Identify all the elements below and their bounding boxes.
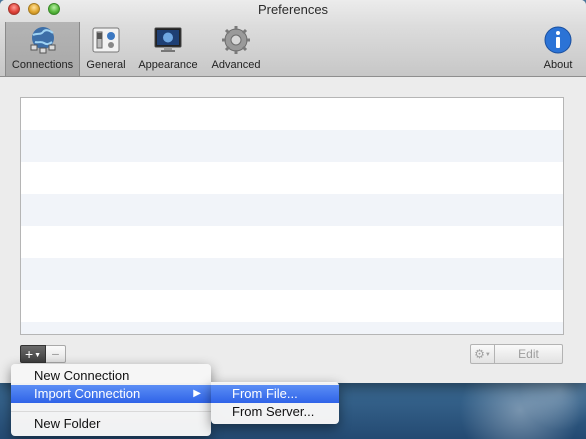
remove-button[interactable]: −	[46, 345, 66, 363]
menu-item-label: New Connection	[34, 368, 130, 383]
dropdown-caret-icon: ▼	[484, 351, 491, 358]
tab-connections-label: Connections	[11, 59, 74, 71]
list-row[interactable]	[21, 194, 563, 226]
add-menu: New Connection Import Connection ▶ New F…	[11, 364, 211, 436]
menu-item-label: New Folder	[34, 416, 101, 431]
tab-connections[interactable]: Connections	[5, 22, 80, 76]
submenu-item-from-file[interactable]: From File...	[211, 385, 339, 403]
titlebar-toolbar: Preferences Connections General Appearan…	[0, 0, 586, 77]
tab-advanced-label: Advanced	[211, 59, 261, 71]
list-row[interactable]	[21, 130, 563, 162]
add-button-label: +	[24, 346, 34, 362]
edit-button[interactable]: Edit	[495, 344, 563, 364]
tab-appearance-label: Appearance	[138, 59, 198, 71]
dropdown-caret-icon: ▼	[34, 351, 42, 359]
list-row[interactable]	[21, 290, 563, 322]
gear-icon	[222, 26, 250, 54]
tab-general-label: General	[86, 59, 126, 71]
import-submenu: From File... From Server...	[211, 382, 339, 424]
list-row[interactable]	[21, 226, 563, 258]
menu-item-new-connection[interactable]: New Connection	[11, 367, 211, 385]
globe-network-icon	[30, 27, 55, 54]
connections-list[interactable]	[20, 97, 564, 335]
menu-item-import-connection[interactable]: Import Connection ▶	[11, 385, 211, 403]
window-title: Preferences	[257, 2, 329, 17]
menu-separator	[11, 411, 211, 412]
switches-icon	[92, 27, 120, 53]
tab-about[interactable]: About	[538, 24, 578, 74]
tab-about-label: About	[543, 59, 573, 71]
tab-general[interactable]: General	[84, 24, 128, 74]
list-row[interactable]	[21, 322, 563, 334]
list-row[interactable]	[21, 258, 563, 290]
submenu-item-label: From Server...	[232, 404, 315, 419]
tab-appearance[interactable]: Appearance	[134, 24, 202, 74]
menu-item-label: Import Connection	[34, 386, 141, 401]
monitor-icon	[154, 27, 182, 52]
submenu-item-from-server[interactable]: From Server...	[211, 403, 339, 421]
info-icon	[544, 26, 572, 54]
list-row[interactable]	[21, 162, 563, 194]
preferences-window: Preferences Connections General Appearan…	[0, 0, 586, 383]
list-row[interactable]	[21, 98, 563, 130]
gear-icon: ⚙	[474, 347, 485, 361]
submenu-item-label: From File...	[232, 386, 298, 401]
menu-item-new-folder[interactable]: New Folder	[11, 415, 211, 433]
add-button[interactable]: +▼	[20, 345, 46, 363]
action-gear-button[interactable]: ⚙▼	[470, 344, 495, 364]
tab-advanced[interactable]: Advanced	[208, 24, 264, 74]
submenu-arrow-icon: ▶	[193, 388, 201, 399]
